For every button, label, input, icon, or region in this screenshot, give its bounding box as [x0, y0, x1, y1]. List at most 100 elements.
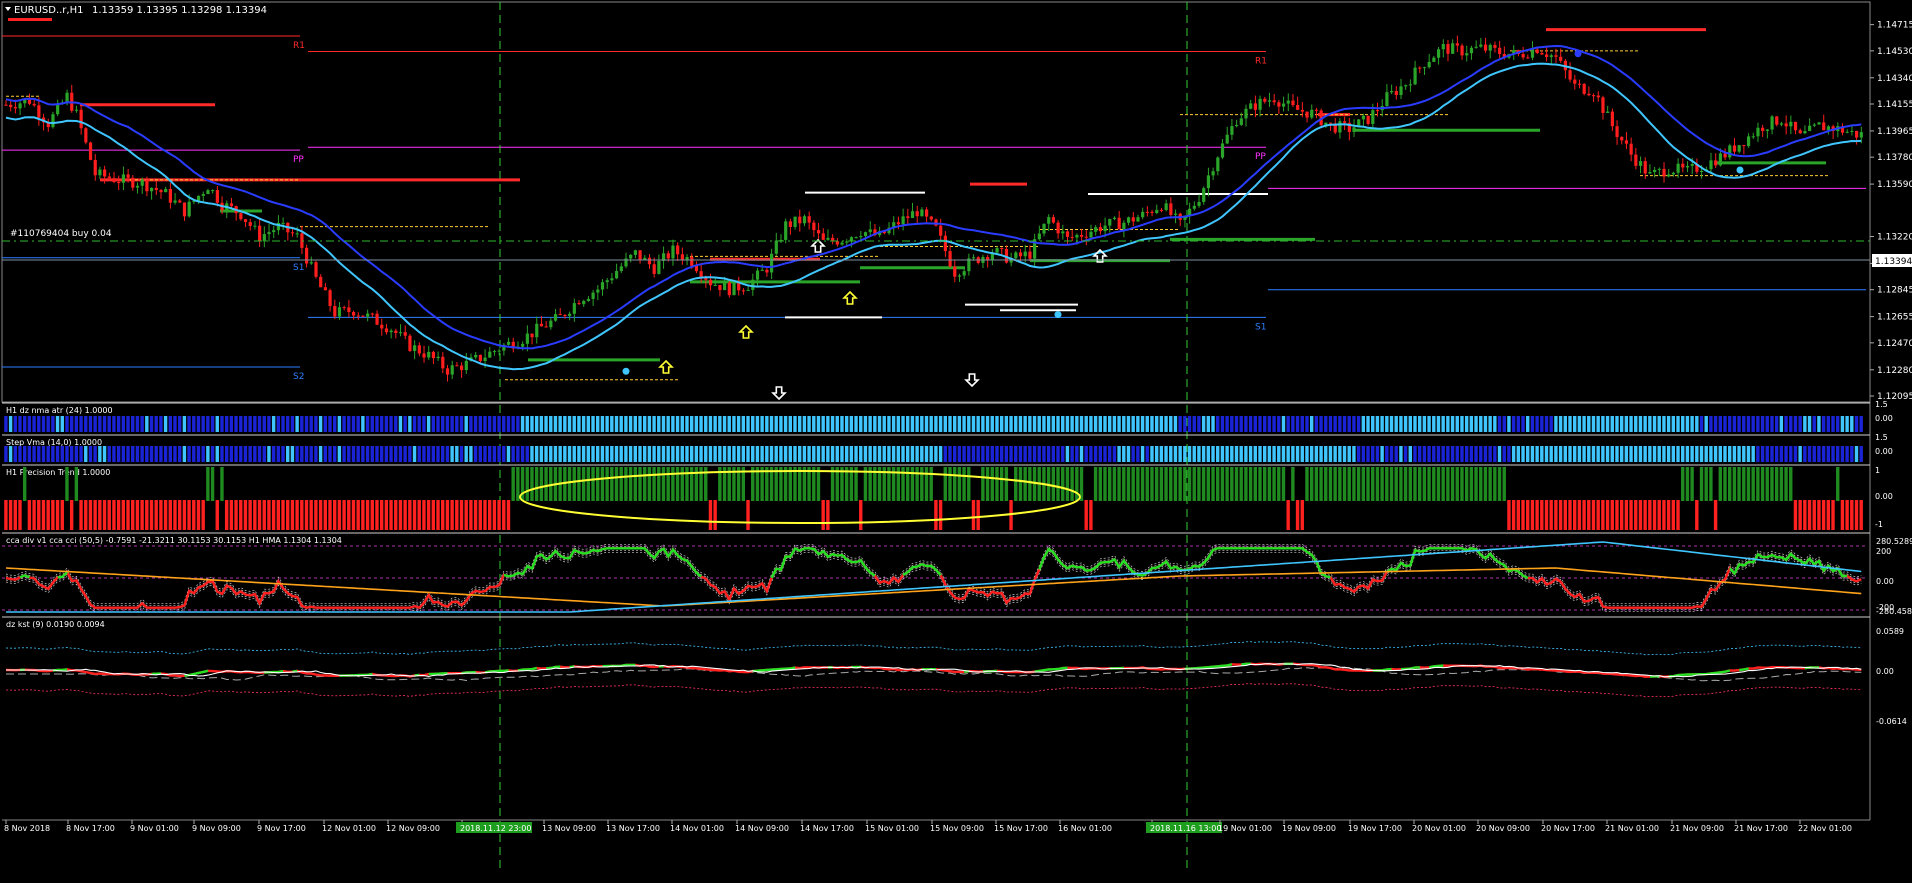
panel-level-label: 280.5289: [1876, 537, 1912, 546]
trend-bar-up: [671, 467, 675, 501]
histogram-bar: [891, 416, 896, 432]
histogram-bar: [1713, 416, 1718, 432]
panel-level-label: 1.5: [1875, 400, 1888, 409]
histogram-bar: [1361, 416, 1366, 432]
trend-bar-up: [1220, 467, 1225, 501]
histogram-bar: [1511, 416, 1516, 432]
candle-body: [1451, 43, 1455, 54]
trend-bar-up: [1718, 467, 1722, 501]
trend-bar-up: [1751, 467, 1755, 501]
histogram-bar: [168, 416, 172, 432]
candle-body: [65, 92, 69, 103]
candle-body: [1770, 116, 1774, 130]
histogram-bar: [1446, 446, 1450, 462]
candle-body: [671, 245, 675, 259]
histogram-bar: [699, 416, 703, 432]
candle-body: [1404, 85, 1408, 87]
histogram-bar: [844, 446, 849, 462]
histogram-bar: [633, 446, 637, 462]
trend-bar-down: [1821, 500, 1826, 530]
trend-bar-down: [347, 500, 351, 530]
trend-bar-down: [1817, 500, 1821, 530]
histogram-bar: [1201, 416, 1206, 432]
trend-bar-down: [32, 500, 36, 530]
candle-body: [441, 356, 445, 369]
candle-body: [380, 324, 384, 329]
histogram-bar: [1286, 416, 1290, 432]
histogram-bar: [1061, 416, 1065, 432]
histogram-bar: [746, 446, 750, 462]
trend-bar-up: [210, 467, 215, 501]
candle-body: [925, 209, 929, 217]
trend-bar-up: [1732, 467, 1737, 501]
candle-body: [1023, 251, 1027, 257]
candle-body: [1615, 126, 1619, 138]
trend-bar-up: [525, 467, 529, 501]
histogram-bar: [1821, 446, 1826, 462]
histogram-bar: [840, 446, 844, 462]
candle-body: [1164, 203, 1168, 210]
candle-body: [1714, 160, 1718, 166]
candle-body: [1798, 130, 1802, 134]
histogram-bar: [1709, 446, 1713, 462]
trend-bar-down: [112, 500, 116, 530]
histogram-bar: [365, 446, 370, 462]
histogram-bar: [370, 416, 374, 432]
candle-body: [483, 357, 487, 361]
pivot-label: PP: [1255, 152, 1266, 162]
histogram-bar: [88, 416, 93, 432]
price-tick-label: 1.14715: [1877, 21, 1912, 31]
trend-bar-down: [1671, 500, 1676, 530]
trend-bar-down: [314, 500, 318, 530]
histogram-bar: [1502, 446, 1506, 462]
trend-bar-up: [600, 467, 605, 501]
histogram-bar: [999, 446, 1004, 462]
candle-body: [1855, 130, 1859, 138]
histogram-bar: [1385, 416, 1389, 432]
histogram-bar: [1652, 416, 1657, 432]
histogram-bar: [675, 446, 680, 462]
trend-bar-down: [1568, 500, 1572, 530]
histogram-bar: [1807, 416, 1812, 432]
candle-body: [816, 230, 821, 234]
candle-body: [1591, 95, 1596, 97]
histogram-bar: [1779, 446, 1784, 462]
candle-body: [1577, 83, 1582, 85]
histogram-bar: [835, 416, 839, 432]
candle-body: [1126, 217, 1131, 223]
histogram-bar: [502, 446, 506, 462]
trend-bar-down: [1624, 500, 1629, 530]
histogram-bar: [1417, 446, 1422, 462]
histogram-bar: [1568, 446, 1572, 462]
trend-bar-down: [135, 500, 140, 530]
trend-bar-down: [126, 500, 130, 530]
candle-body: [1718, 153, 1722, 166]
candle-body: [939, 225, 943, 236]
trend-bar-down: [1619, 500, 1624, 530]
histogram-bar: [1394, 416, 1398, 432]
histogram-bar: [581, 416, 586, 432]
candle-body: [1803, 131, 1807, 134]
trend-bar-up: [65, 467, 69, 501]
histogram-bar: [1657, 416, 1661, 432]
signal-dot: [622, 367, 630, 375]
histogram-bar: [1605, 416, 1610, 432]
histogram-bar: [1591, 446, 1596, 462]
trend-bar-down: [459, 500, 464, 530]
histogram-bar: [79, 416, 83, 432]
candle-body: [497, 350, 501, 352]
histogram-bar: [1220, 446, 1225, 462]
trend-bar-up: [1460, 467, 1464, 501]
trend-bar-down: [436, 500, 440, 530]
candle-body: [248, 222, 252, 226]
histogram-bar: [896, 416, 901, 432]
histogram-bar: [915, 446, 919, 462]
histogram-bar: [1046, 446, 1051, 462]
trend-bar-up: [661, 467, 666, 501]
trend-bar-down: [215, 500, 219, 530]
candle-body: [807, 216, 811, 223]
histogram-bar: [741, 416, 746, 432]
trading-chart-window[interactable]: EURUSD..r,H1 1.13359 1.13395 1.13298 1.1…: [0, 0, 1912, 883]
histogram-bar: [534, 446, 539, 462]
candle-body: [201, 194, 205, 196]
